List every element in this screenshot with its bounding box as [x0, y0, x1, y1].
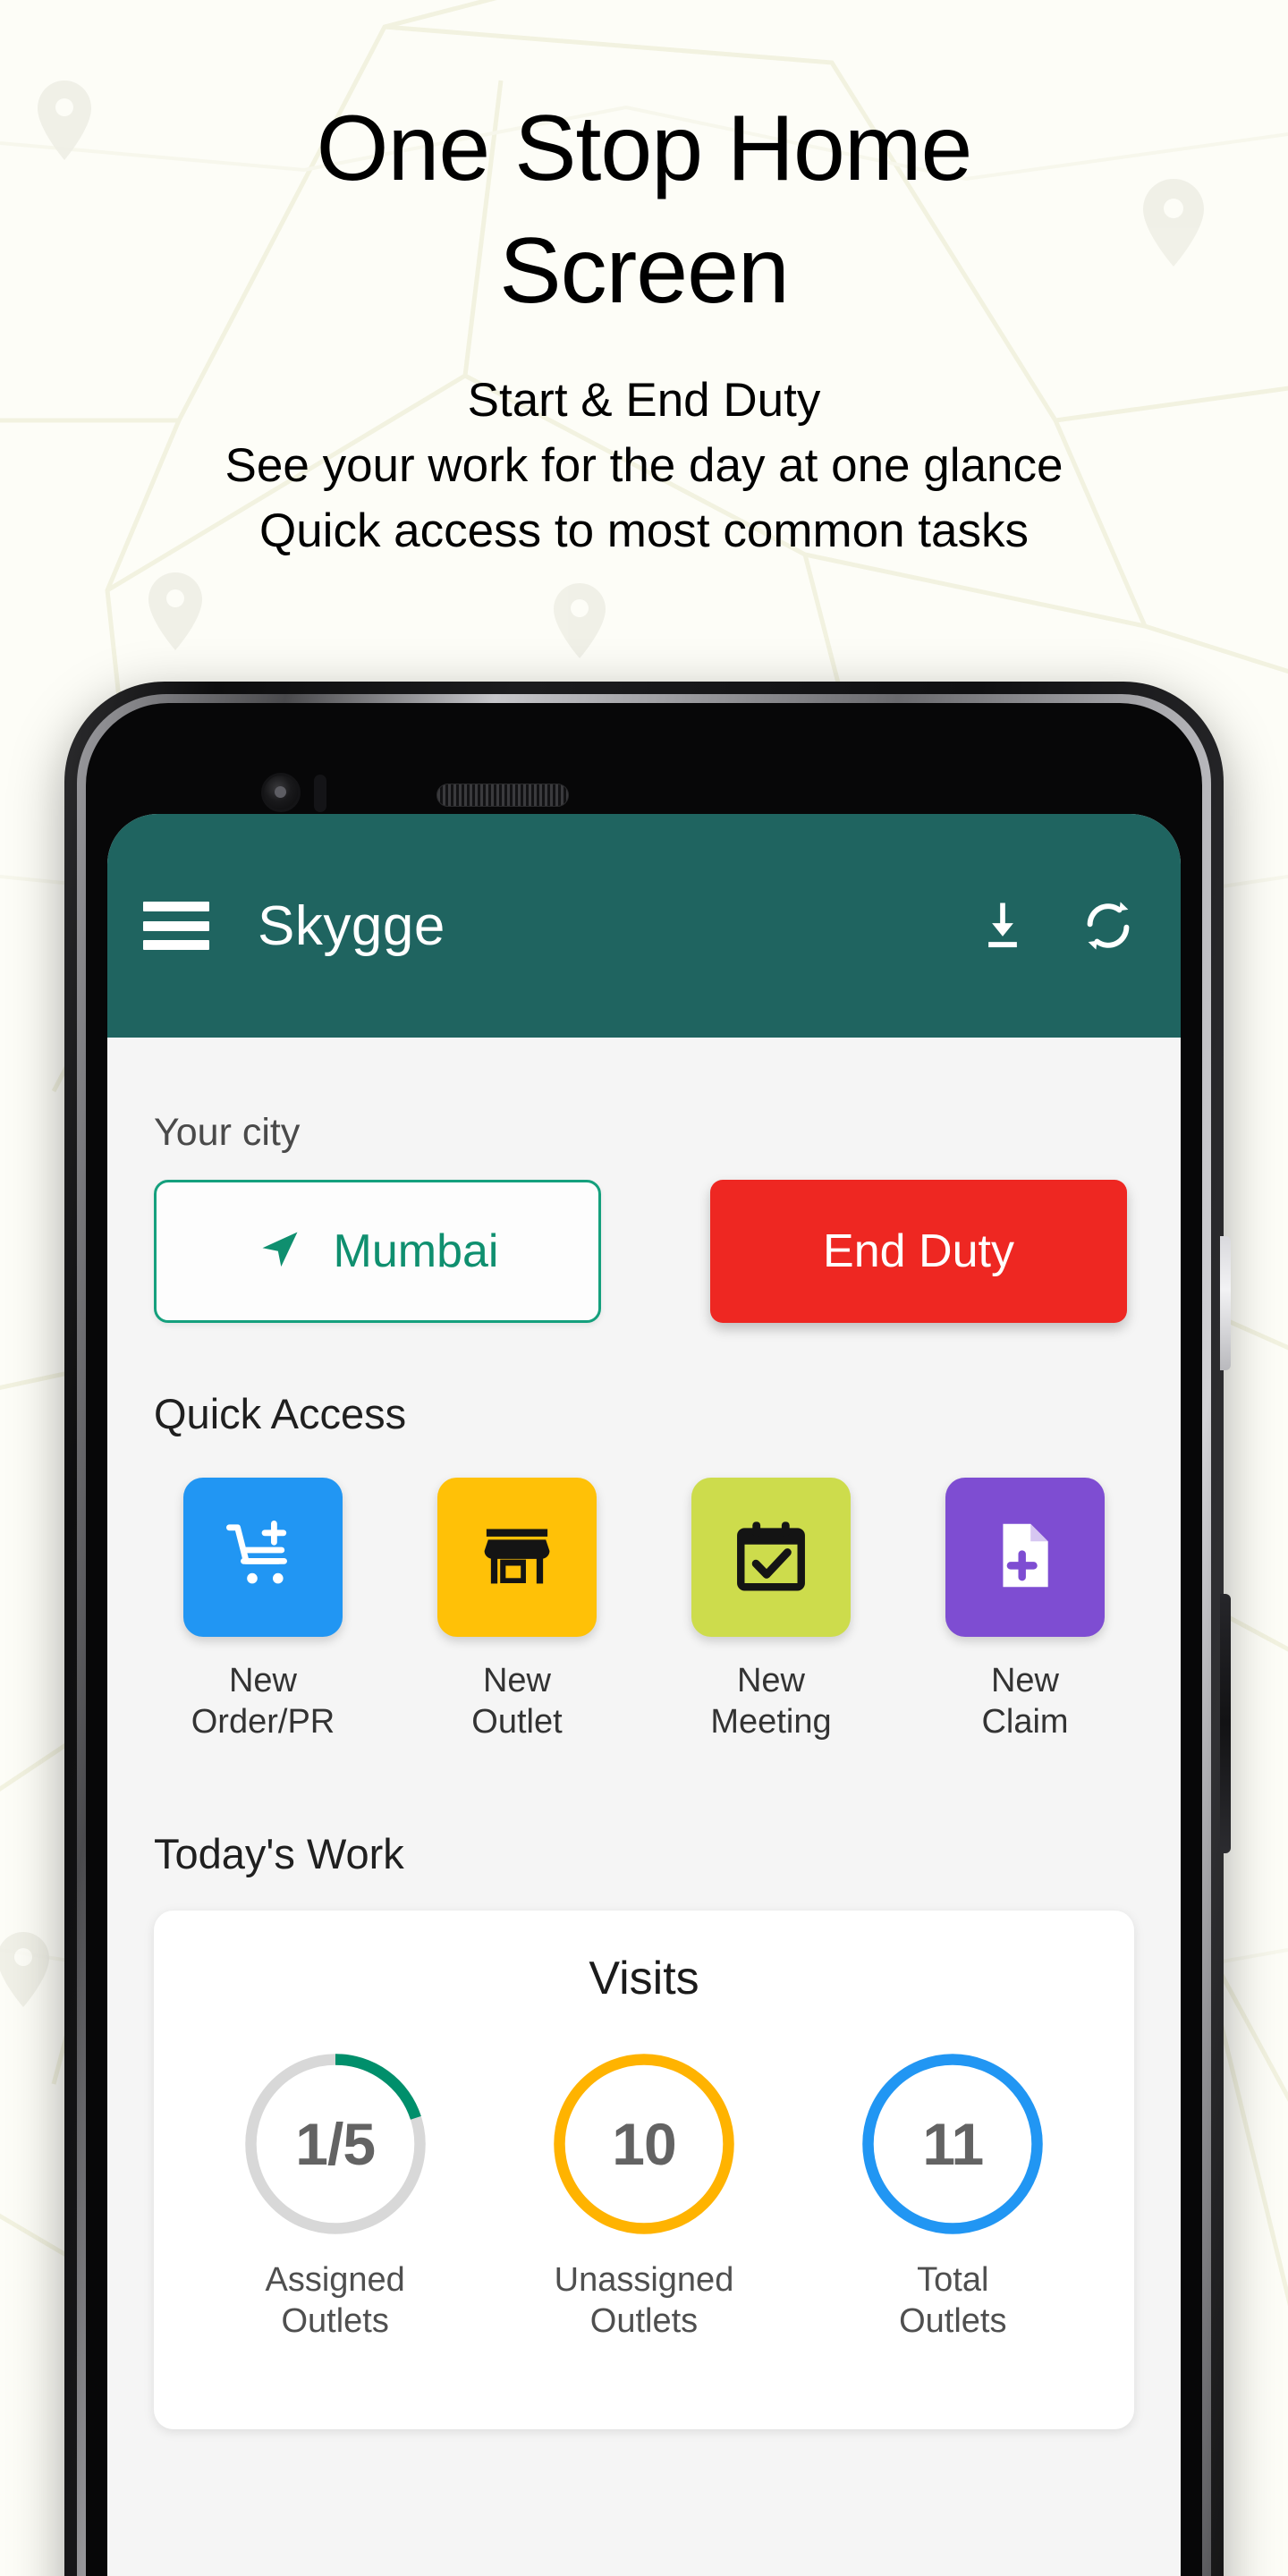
sensor-icon	[314, 775, 326, 812]
quick-access-item-new-order[interactable]: New Order/PR	[174, 1478, 352, 1743]
quick-access-title: Quick Access	[154, 1390, 407, 1437]
sync-refresh-icon[interactable]	[1075, 893, 1141, 959]
power-button[interactable]	[1220, 1236, 1231, 1370]
visits-card-title: Visits	[589, 1952, 699, 2004]
metric-assigned-outlets[interactable]: 1/5 Assigned Outlets	[192, 2048, 479, 2343]
quick-access-grid: New Order/PR New Outlet New Meeting New …	[154, 1438, 1134, 1743]
page-title: One Stop Home Screen	[316, 97, 973, 324]
app-title: Skygge	[258, 894, 445, 957]
duty-row: Mumbai End Duty	[154, 1180, 1134, 1323]
app-bar: Skygge	[107, 814, 1181, 1038]
quick-access-item-new-claim[interactable]: New Claim	[936, 1478, 1114, 1743]
total-outlets-ring: 11	[857, 2048, 1048, 2240]
quick-access-label: New Order/PR	[191, 1662, 335, 1741]
city-field-label: Your city	[154, 1111, 301, 1154]
earpiece-speaker	[436, 784, 569, 807]
phone-mockup: Skygge Your city Mumbai End Duty Quick A…	[64, 682, 1231, 2576]
metric-unassigned-outlets[interactable]: 10 Unassigned Outlets	[501, 2048, 787, 2343]
new-claim-tile[interactable]	[945, 1478, 1105, 1637]
city-name: Mumbai	[333, 1225, 499, 1277]
phone-screen: Skygge Your city Mumbai End Duty Quick A…	[107, 814, 1181, 2576]
download-icon[interactable]	[970, 893, 1036, 959]
city-selector-button[interactable]: Mumbai	[154, 1180, 601, 1323]
metric-label: Unassigned Outlets	[554, 2260, 734, 2341]
new-order-tile[interactable]	[183, 1478, 343, 1637]
metric-total-outlets[interactable]: 11 Total Outlets	[809, 2048, 1096, 2343]
app-content: Your city Mumbai End Duty Quick Access N…	[107, 1038, 1181, 2576]
volume-button[interactable]	[1220, 1594, 1231, 1853]
metric-value: 10	[612, 2110, 676, 2177]
navigation-arrow-icon	[257, 1226, 303, 1277]
quick-access-label: New Claim	[981, 1662, 1069, 1741]
metric-value: 11	[922, 2110, 984, 2177]
unassigned-outlets-ring: 10	[548, 2048, 740, 2240]
visits-card: Visits 1/5 Assigned Outlets 10 Unassigne…	[154, 1910, 1134, 2429]
calendar-check-icon	[730, 1514, 812, 1601]
new-outlet-tile[interactable]	[437, 1478, 597, 1637]
metric-label: Total Outlets	[899, 2260, 1007, 2341]
todays-work-title: Today's Work	[154, 1829, 404, 1877]
add-to-cart-icon	[220, 1513, 306, 1603]
hamburger-menu-icon[interactable]	[143, 902, 209, 950]
promo-header: One Stop Home Screen Start & End Duty Se…	[0, 0, 1288, 564]
quick-access-label: New Meeting	[710, 1662, 832, 1741]
camera-lens-dot	[275, 786, 286, 798]
quick-access-label: New Outlet	[471, 1662, 563, 1741]
app-bar-actions	[970, 893, 1141, 959]
page-subtitle: Start & End Duty See your work for the d…	[225, 373, 1063, 557]
quick-access-item-new-meeting[interactable]: New Meeting	[682, 1478, 860, 1743]
assigned-outlets-ring: 1/5	[240, 2048, 431, 2240]
new-meeting-tile[interactable]	[691, 1478, 851, 1637]
document-plus-icon	[986, 1516, 1064, 1599]
metric-value: 1/5	[295, 2110, 376, 2177]
quick-access-item-new-outlet[interactable]: New Outlet	[428, 1478, 606, 1743]
end-duty-button[interactable]: End Duty	[710, 1180, 1127, 1323]
storefront-icon	[476, 1514, 558, 1601]
visits-metrics: 1/5 Assigned Outlets 10 Unassigned Outle…	[181, 2005, 1107, 2343]
metric-label: Assigned Outlets	[265, 2260, 405, 2341]
